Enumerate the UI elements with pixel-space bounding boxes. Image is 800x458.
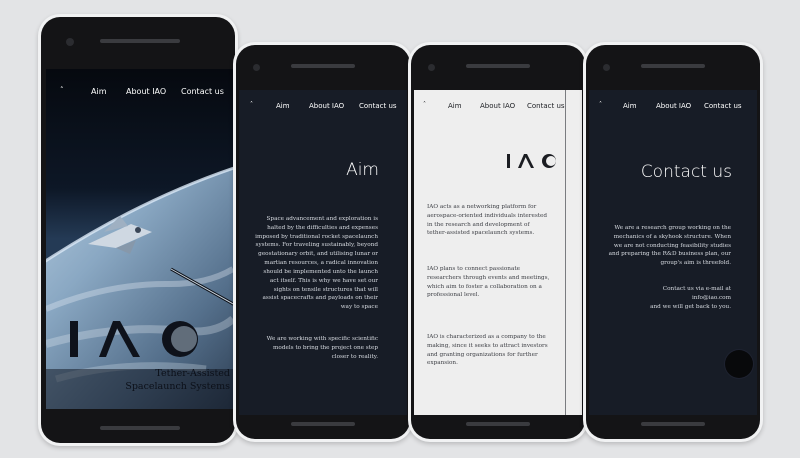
- floating-action-button[interactable]: [725, 350, 753, 378]
- phone-contact: ˄ Aim About IAO Contact us Contact us We…: [583, 42, 763, 442]
- tagline-line-1: Tether-Assisted: [155, 368, 230, 379]
- page-title: Aim: [346, 160, 379, 180]
- about-paragraph-3: IAO is characterized as a company to the…: [427, 334, 548, 367]
- contact-paragraph-1: We are a research group working on the m…: [608, 225, 731, 267]
- front-camera: [66, 38, 74, 46]
- nav-aim[interactable]: Aim: [91, 87, 107, 96]
- nav-about[interactable]: About IAO: [656, 102, 691, 110]
- nav-about[interactable]: About IAO: [126, 87, 166, 96]
- earpiece-speaker: [100, 39, 180, 43]
- bottom-speaker: [291, 422, 355, 426]
- home-link[interactable]: ˄: [599, 101, 602, 108]
- nav-bar: ˄ Aim About IAO Contact us: [414, 101, 582, 114]
- front-camera: [253, 64, 260, 71]
- earpiece-speaker: [291, 64, 355, 68]
- hero-screen: Tether-Assisted Spacelaunch Systems ˄ Ai…: [46, 69, 233, 409]
- nav-bar: ˄ Aim About IAO Contact us: [46, 86, 233, 101]
- nav-about[interactable]: About IAO: [480, 102, 515, 110]
- nav-aim[interactable]: Aim: [448, 102, 462, 110]
- home-link[interactable]: ˄: [250, 101, 253, 108]
- nav-contact[interactable]: Contact us: [704, 102, 742, 110]
- tagline-line-2: Spacelaunch Systems: [125, 381, 230, 392]
- aim-screen: ˄ Aim About IAO Contact us Aim Space adv…: [239, 90, 407, 415]
- nav-contact[interactable]: Contact us: [181, 87, 224, 96]
- phone-aim: ˄ Aim About IAO Contact us Aim Space adv…: [233, 42, 413, 442]
- nav-contact[interactable]: Contact us: [527, 102, 565, 110]
- spacecraft-illustration: [88, 216, 152, 254]
- iao-logo: [507, 154, 556, 168]
- iao-logo: [70, 321, 198, 357]
- nav-about[interactable]: About IAO: [309, 102, 344, 110]
- contact-paragraph-2: Contact us via e-mail at info@iao.com an…: [650, 286, 731, 310]
- hero-tagline: Tether-Assisted Spacelaunch Systems: [100, 367, 230, 393]
- front-camera: [428, 64, 435, 71]
- phone-hero: Tether-Assisted Spacelaunch Systems ˄ Ai…: [38, 14, 238, 446]
- aim-paragraph-2: We are working with specific scientific …: [266, 336, 378, 360]
- scroll-edge: [565, 90, 566, 415]
- aim-paragraph-1: Space advancement and exploration is hal…: [255, 216, 378, 311]
- nav-aim[interactable]: Aim: [276, 102, 290, 110]
- bottom-speaker: [641, 422, 705, 426]
- nav-bar: ˄ Aim About IAO Contact us: [589, 101, 757, 114]
- home-link[interactable]: ˄: [423, 101, 426, 108]
- bottom-speaker: [466, 422, 530, 426]
- about-paragraph-1: IAO acts as a networking platform for ae…: [427, 204, 548, 237]
- bottom-speaker: [100, 426, 180, 430]
- earpiece-speaker: [641, 64, 705, 68]
- page-title: Contact us: [640, 162, 732, 182]
- home-link[interactable]: ˄: [60, 86, 64, 94]
- earpiece-speaker: [466, 64, 530, 68]
- nav-contact[interactable]: Contact us: [359, 102, 397, 110]
- contact-screen: ˄ Aim About IAO Contact us Contact us We…: [589, 90, 757, 415]
- phone-about: ˄ Aim About IAO Contact us IAO acts as a…: [408, 42, 588, 442]
- nav-bar: ˄ Aim About IAO Contact us: [239, 101, 407, 114]
- about-screen: ˄ Aim About IAO Contact us IAO acts as a…: [414, 90, 582, 415]
- about-paragraph-2: IAO plans to connect passionate research…: [427, 266, 550, 299]
- tether-line: [170, 267, 233, 306]
- front-camera: [603, 64, 610, 71]
- nav-aim[interactable]: Aim: [623, 102, 637, 110]
